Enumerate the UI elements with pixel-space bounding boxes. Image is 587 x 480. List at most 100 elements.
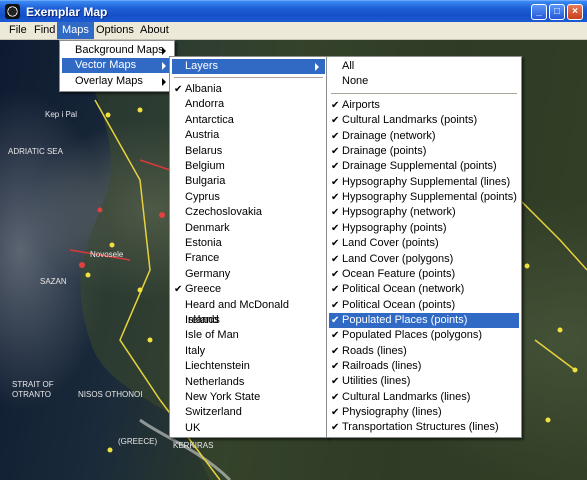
menu-about[interactable]: About (135, 22, 174, 39)
country-label: Austria (185, 129, 220, 142)
country-item[interactable]: Antarctica (172, 113, 325, 128)
layer-item[interactable]: ✔ Hypsography Supplemental (lines) (329, 175, 519, 190)
country-label: France (185, 252, 220, 265)
country-item[interactable]: Germany (172, 267, 325, 282)
menu-find[interactable]: Find (29, 22, 60, 39)
layer-item[interactable]: ✔ Hypsography Supplemental (points) (329, 190, 519, 205)
menu-vector-maps[interactable]: Vector Maps (62, 58, 172, 73)
layer-label: Ocean Feature (points) (342, 267, 456, 280)
label-kep: Kep i Pal (45, 110, 78, 119)
layer-item[interactable]: ✔ Physiography (lines) (329, 405, 519, 420)
menu-maps[interactable]: Maps (57, 22, 94, 39)
country-item[interactable]: Czechoslovakia (172, 205, 325, 220)
country-item[interactable]: New York State (172, 390, 325, 405)
country-item[interactable]: Liechtenstein (172, 359, 325, 374)
checkmark-icon: ✔ (331, 207, 340, 219)
country-item[interactable]: Heard and McDonald Islands (172, 298, 325, 326)
layer-item[interactable]: ✔ Drainage Supplemental (points) (329, 159, 519, 174)
checkmark-icon: ✔ (174, 84, 183, 95)
minimize-button[interactable]: _ (531, 4, 547, 20)
layer-label: Transportation Structures (lines) (342, 421, 499, 434)
menu-layers[interactable]: Layers (172, 59, 325, 74)
country-label: Ireland (185, 314, 219, 326)
layer-label: Drainage (network) (342, 129, 436, 142)
layer-item[interactable]: ✔ Utilities (lines) (329, 374, 519, 389)
layer-item[interactable]: ✔ Land Cover (polygons) (329, 252, 519, 267)
layer-item[interactable]: ✔ Political Ocean (network) (329, 282, 519, 297)
submenu-arrow-icon (315, 63, 319, 71)
country-item[interactable]: Cyprus (172, 190, 325, 205)
checkmark-icon: ✔ (331, 330, 340, 342)
label-strait-1: STRAIT OF (12, 380, 54, 389)
layer-item[interactable]: ✔ Political Ocean (points) (329, 298, 519, 313)
checkmark-icon: ✔ (331, 314, 340, 326)
submenu-arrow-icon (162, 62, 166, 70)
country-item[interactable]: ✔ Greece (172, 282, 325, 297)
country-item[interactable]: Netherlands (172, 375, 325, 390)
layer-label: Political Ocean (points) (342, 298, 456, 311)
close-button[interactable]: × (567, 4, 583, 20)
checkmark-icon: ✔ (331, 376, 340, 388)
layer-item[interactable]: ✔ Populated Places (points) (329, 312, 519, 328)
layer-label: Drainage Supplemental (points) (342, 160, 497, 173)
checkmark-icon: ✔ (331, 253, 340, 265)
layer-item[interactable]: ✔ Ocean Feature (points) (329, 267, 519, 282)
layer-item[interactable]: ✔ Hypsography (points) (329, 221, 519, 236)
country-item[interactable]: Switzerland (172, 405, 325, 420)
layer-item[interactable]: ✔ Roads (lines) (329, 344, 519, 359)
country-label: New York State (185, 391, 261, 403)
layers-all-item[interactable]: All (329, 59, 519, 74)
maximize-button[interactable]: □ (549, 4, 565, 20)
country-label: Greece (185, 283, 222, 296)
country-label: Antarctica (185, 113, 234, 126)
country-label: Belgium (185, 160, 225, 172)
country-item[interactable]: Ireland (172, 313, 325, 328)
menu-file[interactable]: File (4, 22, 32, 39)
layer-item[interactable]: ✔ Populated Places (polygons) (329, 328, 519, 343)
layer-item[interactable]: ✔ Airports (329, 98, 519, 113)
label-kerkira: KERKIRAS (173, 441, 214, 450)
menu-overlay-maps[interactable]: Overlay Maps (62, 74, 172, 89)
menu-bar: File Find Maps Options About (0, 22, 587, 40)
layer-label: Populated Places (polygons) (342, 329, 483, 342)
country-item[interactable]: UK (172, 421, 325, 436)
country-item[interactable]: Italy (172, 344, 325, 359)
checkmark-icon: ✔ (174, 284, 183, 296)
menu-background-maps[interactable]: Background Maps (62, 43, 172, 58)
layer-item[interactable]: ✔ Cultural Landmarks (points) (329, 113, 519, 128)
checkmark-icon: ✔ (331, 360, 340, 372)
layer-item[interactable]: ✔ Hypsography (network) (329, 205, 519, 220)
title-bar[interactable]: Exemplar Map _ □ × (0, 0, 587, 22)
country-item[interactable]: Andorra (172, 97, 325, 112)
layer-item[interactable]: ✔ Railroads (lines) (329, 359, 519, 374)
menu-options[interactable]: Options (91, 22, 139, 39)
app-logo-icon (5, 4, 20, 19)
layers-submenu: All None ✔ Airports ✔ Cultural Landmarks (poi… (326, 56, 522, 438)
checkmark-icon: ✔ (331, 268, 340, 280)
layer-item[interactable]: ✔ Transportation Structures (lines) (329, 420, 519, 435)
layer-label: Hypsography Supplemental (lines) (342, 175, 511, 188)
country-item[interactable]: Denmark (172, 221, 325, 236)
country-item[interactable]: Estonia (172, 236, 325, 251)
country-item[interactable]: France (172, 251, 325, 266)
layer-item[interactable]: ✔ Drainage (points) (329, 144, 519, 159)
country-item[interactable]: Bulgaria (172, 174, 325, 189)
country-label: Bulgaria (185, 175, 226, 188)
layer-label: Utilities (lines) (342, 375, 411, 388)
layer-item[interactable]: ✔ Drainage (network) (329, 129, 519, 144)
country-label: Denmark (185, 221, 230, 234)
layer-item[interactable]: ✔ Cultural Landmarks (lines) (329, 390, 519, 405)
country-label: Albania (185, 83, 222, 95)
submenu-arrow-icon (162, 47, 166, 55)
menu-separator (174, 77, 323, 78)
country-item[interactable]: Belgium (172, 159, 325, 174)
country-item[interactable]: Belarus (172, 144, 325, 159)
checkmark-icon: ✔ (331, 222, 340, 234)
country-item[interactable]: ✔ Albania (172, 82, 325, 97)
layer-label: Cultural Landmarks (lines) (342, 390, 471, 403)
layers-none-item[interactable]: None (329, 74, 519, 89)
country-item[interactable]: Isle of Man (172, 328, 325, 343)
layer-item[interactable]: ✔ Land Cover (points) (329, 236, 519, 251)
label-othonoi: NISOS OTHONOI (78, 390, 143, 399)
country-item[interactable]: Austria (172, 128, 325, 143)
